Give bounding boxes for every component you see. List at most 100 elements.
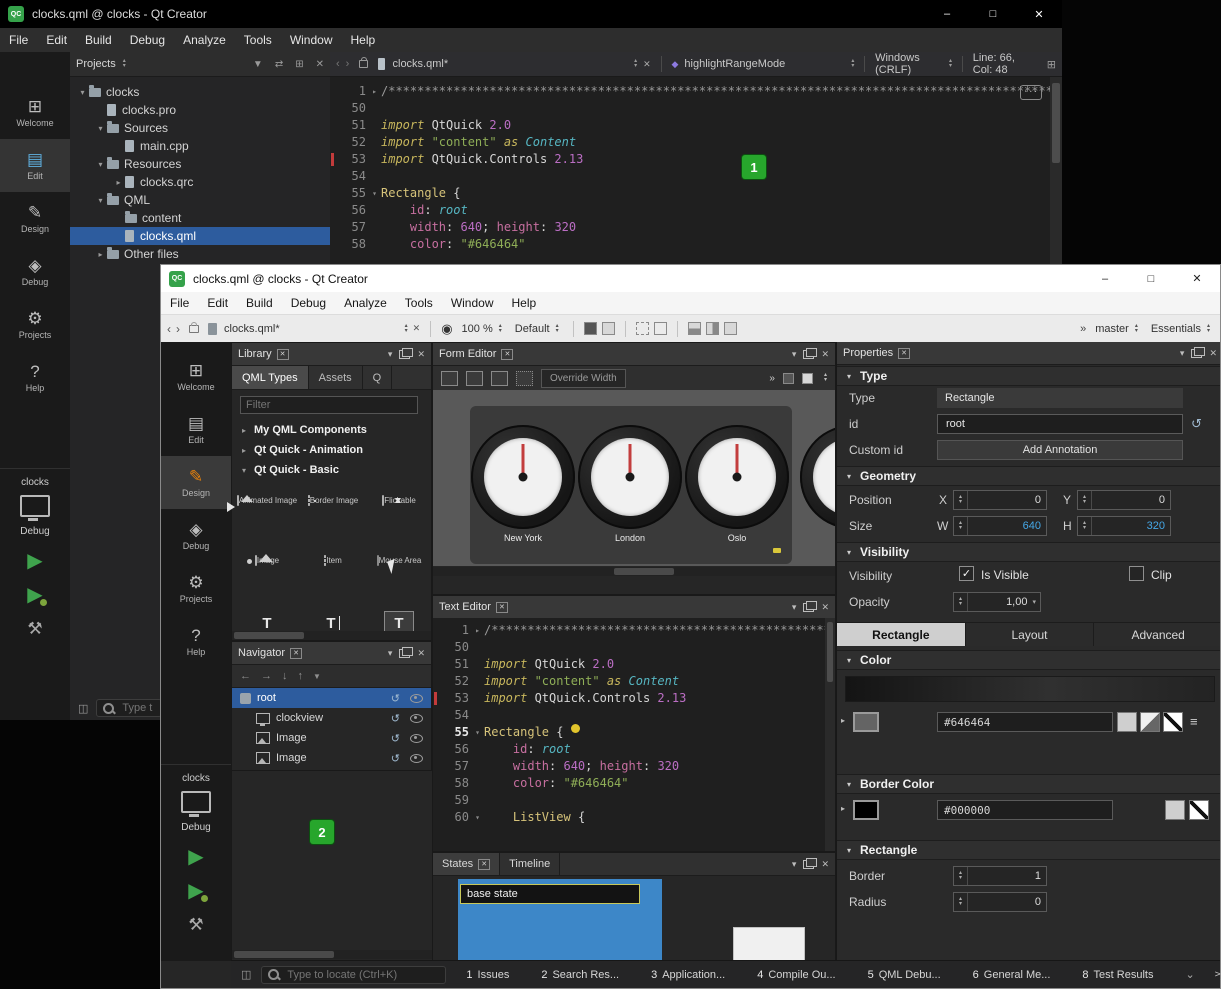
stepper-icon[interactable]: ▴▾ — [954, 517, 968, 535]
state-thumbnail-partial[interactable] — [733, 927, 805, 961]
table-icon[interactable] — [724, 322, 737, 335]
scrollbar-thumb[interactable] — [1052, 83, 1060, 163]
fill-color-swatch[interactable] — [853, 712, 879, 732]
scrollbar-thumb[interactable] — [234, 632, 304, 639]
snap-anchors-icon[interactable] — [466, 371, 483, 386]
locator-input[interactable] — [285, 968, 439, 982]
sync-with-editor-icon[interactable]: ⇄ — [275, 59, 283, 70]
pane-overflow-icon[interactable]: ⌄ — [1185, 968, 1194, 981]
mode-projects[interactable]: ⚙ Projects — [161, 562, 231, 615]
show-bounds-icon[interactable] — [584, 322, 597, 335]
snap-icon[interactable] — [602, 322, 615, 335]
mode-design[interactable]: ✎ Design — [161, 456, 231, 509]
section-geometry[interactable]: ▾Geometry — [837, 466, 1220, 486]
height-spinbox[interactable]: ▴▾ 320 — [1077, 516, 1171, 536]
close-panel-icon[interactable]: ✕ — [821, 349, 829, 360]
symbol-combo-icon[interactable]: ▴▾ — [851, 59, 854, 69]
mode-edit[interactable]: ▤ Edit — [161, 403, 231, 456]
menu-build[interactable]: Build — [76, 33, 121, 47]
console-icon[interactable]: >_ — [1215, 969, 1221, 980]
tree-item-clocks-pro[interactable]: clocks.pro — [70, 101, 330, 119]
group-my-qml-components[interactable]: ▸My QML Components — [232, 420, 431, 440]
clock-partial[interactable] — [800, 425, 835, 529]
run-button[interactable]: ▶ — [188, 847, 203, 867]
perspective-selector[interactable]: Essentials ▴▾ — [1147, 319, 1214, 339]
mode-help[interactable]: ? Help — [161, 615, 231, 668]
open-document-selector[interactable]: clocks.qml* — [393, 58, 449, 70]
menu-edit[interactable]: Edit — [198, 296, 237, 310]
left-hscrollbar[interactable] — [232, 950, 433, 959]
filter-icon[interactable]: ▼ — [253, 59, 263, 70]
component-flickable[interactable]: Flickable — [368, 496, 430, 505]
output-pane-issues[interactable]: 1Issues — [466, 969, 509, 981]
tab-timeline[interactable]: Timeline — [500, 853, 560, 875]
branch-selector[interactable]: master ▴▾ — [1091, 319, 1142, 339]
rows-icon[interactable] — [688, 322, 701, 335]
scrollbar-thumb[interactable] — [614, 568, 674, 575]
panel-menu-icon[interactable]: ▾ — [388, 349, 393, 360]
back-icon[interactable]: ‹ — [167, 322, 171, 336]
tab-rectangle[interactable]: Rectangle — [837, 622, 966, 646]
panel-tab-close-icon[interactable]: ✕ — [478, 859, 490, 870]
tab-states[interactable]: States ✕ — [433, 853, 500, 875]
close-button[interactable]: ✕ — [1174, 265, 1220, 292]
tree-item-clocks[interactable]: ▾ clocks — [70, 83, 330, 101]
debug-run-button[interactable]: ▶ — [188, 881, 203, 901]
form-hscrollbar[interactable] — [433, 567, 835, 576]
back-icon[interactable]: ‹ — [336, 58, 340, 70]
mode-debug[interactable]: ◈ Debug — [161, 509, 231, 562]
collapsed-region-indicator[interactable]: ··· — [1020, 85, 1042, 100]
stepper-icon[interactable]: ▴▾ — [954, 893, 968, 911]
scrollbar-thumb[interactable] — [827, 622, 833, 682]
menu-edit[interactable]: Edit — [37, 33, 76, 47]
tab-qml-types[interactable]: QML Types — [232, 366, 309, 389]
encoding-combo-icon[interactable]: ▴▾ — [949, 59, 952, 69]
tree-item-resources[interactable]: ▾ Resources — [70, 155, 330, 173]
close-panel-icon[interactable]: ✕ — [1209, 348, 1217, 359]
kit-selector[interactable]: clocks Debug — [0, 468, 70, 537]
close-document-icon[interactable]: ✕ — [413, 323, 421, 334]
navigator-filter-icon[interactable]: ▼ — [313, 672, 321, 681]
border-color-expander-icon[interactable]: ▸ — [841, 804, 845, 813]
clock-new-york[interactable] — [471, 425, 575, 529]
output-pane-compile[interactable]: 4Compile Ou... — [757, 969, 835, 981]
navigator-item-clockview[interactable]: clockview ↺ — [232, 708, 431, 728]
close-panel-icon[interactable]: ✕ — [417, 349, 425, 360]
tree-item-content[interactable]: content — [70, 209, 330, 227]
section-rectangle[interactable]: ▾Rectangle — [837, 840, 1220, 860]
pane-combo-icon[interactable]: ▴▾ — [123, 59, 126, 69]
tree-item-clocks-qml[interactable]: clocks.qml — [70, 227, 330, 245]
panel-tab-close-icon[interactable]: ✕ — [898, 348, 910, 359]
maximize-button[interactable]: □ — [970, 0, 1016, 28]
refactor-lightbulb-icon[interactable] — [571, 724, 580, 733]
visibility-eye-icon[interactable] — [410, 754, 423, 763]
group-qt-quick-animation[interactable]: ▸Qt Quick - Animation — [232, 440, 431, 460]
tree-item-qml[interactable]: ▾ QML — [70, 191, 330, 209]
tab-assets[interactable]: Assets — [309, 366, 363, 389]
mode-design[interactable]: ✎ Design — [0, 192, 70, 245]
library-hscrollbar[interactable] — [232, 631, 431, 640]
fg-locator[interactable] — [261, 966, 446, 984]
run-preview-icon[interactable]: ◉ — [441, 321, 452, 337]
canvas-dark-icon[interactable] — [783, 373, 794, 384]
move-right-icon[interactable]: → — [261, 670, 272, 682]
split-pane-icon[interactable]: ⊞ — [295, 59, 303, 70]
output-pane-general[interactable]: 6General Me... — [973, 969, 1051, 981]
visibility-eye-icon[interactable] — [410, 714, 423, 723]
section-border-color[interactable]: ▾Border Color — [837, 774, 1220, 794]
open-document-selector[interactable]: clocks.qml* — [224, 323, 280, 335]
component-mouse-area[interactable]: Mouse Area — [368, 556, 430, 565]
component-item[interactable]: Item — [302, 556, 364, 565]
export-icon[interactable]: ↺ — [391, 692, 400, 705]
tab-advanced[interactable]: Advanced — [1094, 622, 1220, 646]
tab-layout[interactable]: Layout — [966, 622, 1095, 646]
snap-grid-icon[interactable] — [491, 371, 508, 386]
color-expander-icon[interactable]: ▸ — [841, 716, 845, 725]
section-visibility[interactable]: ▾Visibility — [837, 542, 1220, 562]
tree-item-other-files[interactable]: ▸ Other files — [70, 245, 330, 263]
transparent-mode-icon[interactable] — [1189, 800, 1209, 820]
detach-panel-icon[interactable] — [399, 350, 410, 359]
is-visible-checkbox[interactable]: ✓ — [959, 566, 974, 581]
mode-edit[interactable]: ▤ Edit — [0, 139, 70, 192]
fg-editor-scrollbar[interactable] — [825, 618, 835, 851]
